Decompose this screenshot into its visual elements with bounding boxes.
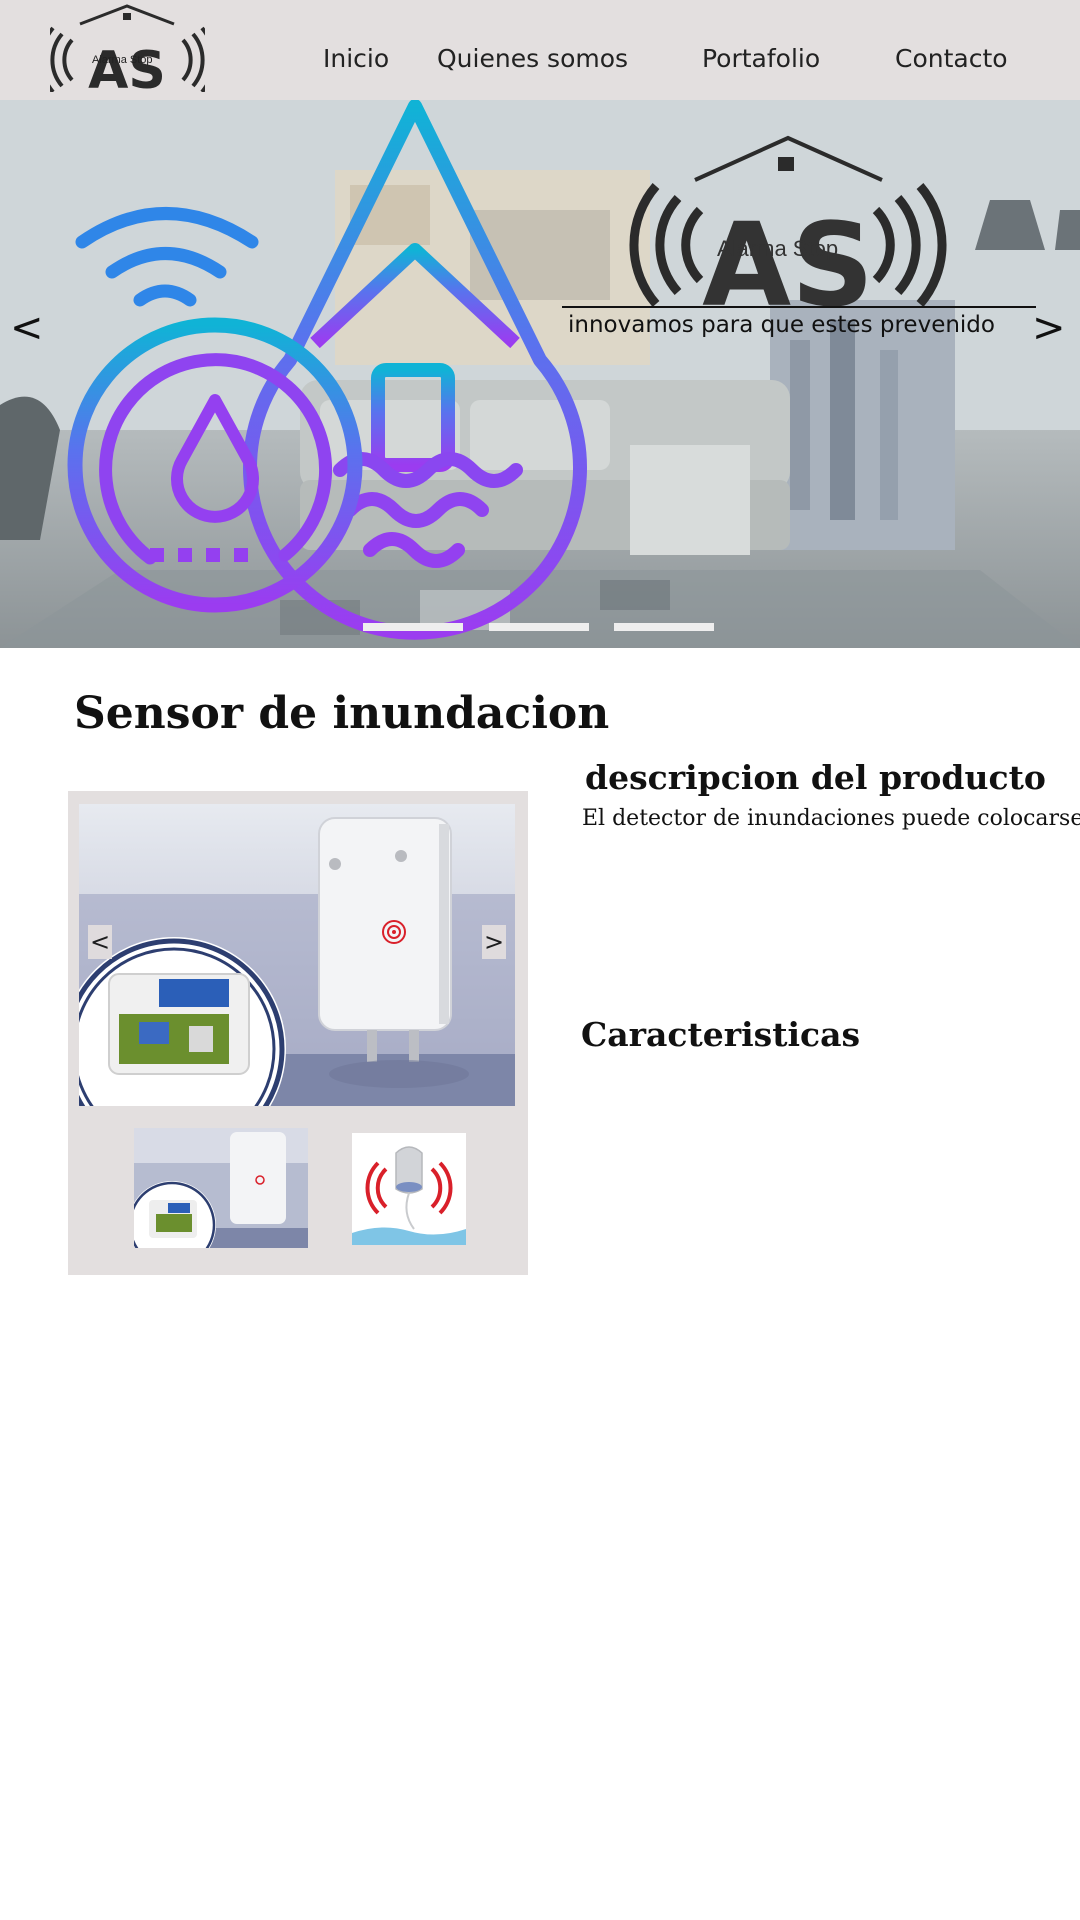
nav-inicio[interactable]: Inicio — [323, 44, 389, 73]
product-title: Sensor de inundacion — [74, 688, 610, 739]
gallery-next-arrow[interactable]: > — [482, 925, 506, 959]
slide-dot-2[interactable] — [489, 623, 589, 631]
logo-icon: AS — [39, 4, 216, 101]
slide-dot-1[interactable] — [363, 623, 463, 631]
slide-dot-3[interactable] — [614, 623, 714, 631]
nav-portafolio[interactable]: Portafolio — [702, 44, 820, 73]
logo-label: Alarma Stop — [92, 54, 153, 66]
site-header: AS Alarma Stop Inicio Quienes somos Port… — [0, 0, 1080, 101]
hero-background-image: AS — [0, 100, 1080, 648]
nav-quienes-somos[interactable]: Quienes somos — [437, 44, 628, 73]
gallery-thumbnail-2[interactable] — [352, 1133, 466, 1245]
product-gallery: < > — [62, 791, 528, 1275]
hero-brand-label: Alarma Stop — [717, 236, 839, 261]
thumbnail-sensor-alarm-image — [352, 1133, 466, 1245]
gallery-thumbnail-1[interactable] — [128, 1128, 308, 1269]
features-title: Caracteristicas — [581, 1015, 861, 1054]
hero-slider: AS Alarma Stop innovamos para que estes … — [0, 100, 1080, 648]
thumbnail-detector-image — [128, 1128, 308, 1269]
hero-next-arrow[interactable]: > — [1032, 305, 1066, 351]
hero-prev-arrow[interactable]: < — [10, 305, 44, 351]
description-text: El detector de inundaciones puede coloca… — [582, 806, 1080, 831]
hero-tagline: innovamos para que estes prevenido — [568, 312, 995, 338]
gallery-prev-arrow[interactable]: < — [88, 925, 112, 959]
svg-text:AS: AS — [88, 41, 166, 92]
product-main-image[interactable] — [62, 804, 515, 1161]
description-title: descripcion del producto — [585, 758, 1046, 797]
nav-contacto[interactable]: Contacto — [895, 44, 1008, 73]
flood-detector-photo — [62, 804, 515, 1161]
alarma-stop-logo[interactable]: AS Alarma Stop — [39, 2, 216, 101]
